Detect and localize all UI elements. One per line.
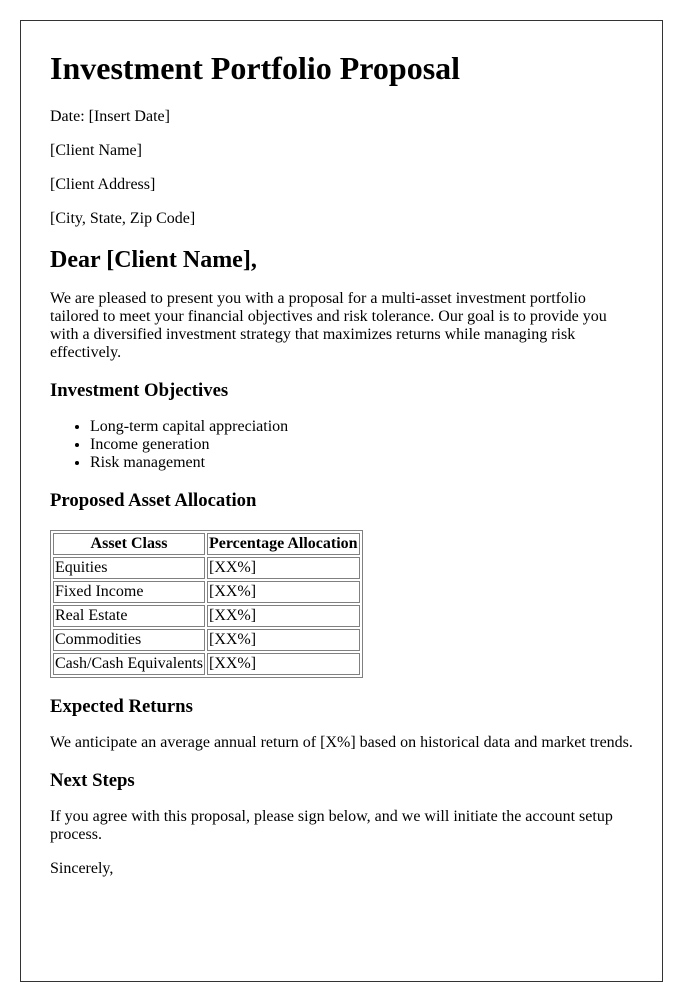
allocation-table: Asset Class Percentage Allocation Equiti… — [50, 530, 363, 678]
column-header-asset-class: Asset Class — [53, 533, 205, 555]
table-header-row: Asset Class Percentage Allocation — [53, 533, 360, 555]
percentage-cell: [XX%] — [206, 605, 360, 627]
asset-class-cell: Cash/Cash Equivalents — [53, 653, 205, 675]
date-line: Date: [Insert Date] — [50, 108, 170, 125]
asset-class-cell: Equities — [53, 557, 205, 579]
allocation-heading: Proposed Asset Allocation — [50, 490, 257, 511]
asset-class-cell: Fixed Income — [53, 581, 205, 603]
salutation: Dear [Client Name], — [50, 247, 257, 273]
table-row: Real Estate [XX%] — [53, 605, 360, 627]
asset-class-cell: Commodities — [53, 629, 205, 651]
city-state-zip-line: [City, State, Zip Code] — [50, 210, 196, 227]
percentage-cell: [XX%] — [206, 653, 360, 675]
percentage-cell: [XX%] — [206, 629, 360, 651]
client-name-line: [Client Name] — [50, 142, 142, 159]
objectives-heading: Investment Objectives — [50, 380, 229, 401]
page-title: Investment Portfolio Proposal — [50, 50, 461, 86]
table-row: Commodities [XX%] — [53, 629, 360, 651]
objectives-list: Long-term capital appreciation Income ge… — [50, 418, 633, 472]
column-header-percentage: Percentage Allocation — [206, 533, 360, 555]
client-address-line: [Client Address] — [50, 176, 156, 193]
percentage-cell: [XX%] — [206, 581, 360, 603]
list-item: Long-term capital appreciation — [90, 418, 633, 436]
table-row: Fixed Income [XX%] — [53, 581, 360, 603]
list-item: Risk management — [90, 454, 633, 472]
next-steps-paragraph: If you agree with this proposal, please … — [50, 808, 613, 843]
asset-class-cell: Real Estate — [53, 605, 205, 627]
letter-header: Date: [Insert Date] [Client Name] [Clien… — [50, 108, 633, 228]
next-steps-heading: Next Steps — [50, 770, 135, 791]
table-row: Equities [XX%] — [53, 557, 360, 579]
letter-container: Investment Portfolio Proposal Date: [Ins… — [20, 20, 663, 982]
returns-heading: Expected Returns — [50, 696, 193, 717]
returns-paragraph: We anticipate an average annual return o… — [50, 734, 633, 751]
table-row: Cash/Cash Equivalents [XX%] — [53, 653, 360, 675]
closing: Sincerely, — [50, 860, 114, 877]
list-item: Income generation — [90, 436, 633, 454]
percentage-cell: [XX%] — [206, 557, 360, 579]
intro-paragraph: We are pleased to present you with a pro… — [50, 290, 607, 361]
